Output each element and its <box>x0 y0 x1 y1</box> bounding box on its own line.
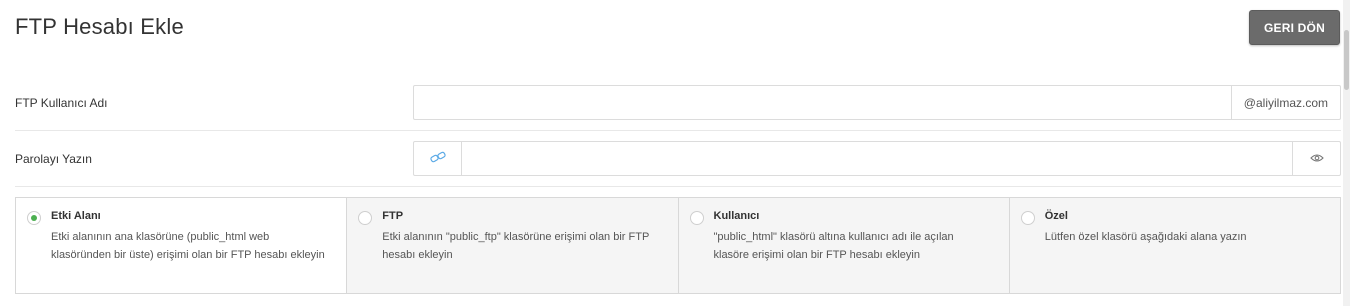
option-title: Özel <box>1044 210 1068 222</box>
option-title: FTP <box>382 210 404 222</box>
option-title: Etki Alanı <box>51 210 101 222</box>
option-user[interactable]: Kullanıcı "public_html" klasörü altına k… <box>677 198 1009 293</box>
radio-custom[interactable] <box>1020 211 1035 225</box>
eye-icon <box>1309 152 1324 166</box>
toggle-password-visibility[interactable] <box>1292 142 1340 175</box>
option-ftp[interactable]: FTP Etki alanının "public_ftp" klasörüne… <box>346 198 677 293</box>
option-description: Etki alanının ana klasörüne (public_html… <box>51 231 325 261</box>
page-title: FTP Hesabı Ekle <box>15 14 184 39</box>
option-domain[interactable]: Etki Alanı Etki alanının ana klasörüne (… <box>16 198 347 293</box>
password-label: Parolayı Yazın <box>15 152 92 166</box>
directory-options: Etki Alanı Etki alanının ana klasörüne (… <box>15 197 1341 294</box>
radio-domain[interactable] <box>27 211 41 225</box>
radio-ftp[interactable] <box>358 211 373 225</box>
username-input[interactable] <box>414 86 1231 119</box>
option-title: Kullanıcı <box>713 210 760 222</box>
back-button[interactable]: GERI DÖN <box>1249 10 1340 45</box>
username-input-group: @aliyilmaz.com <box>413 85 1341 120</box>
option-custom[interactable]: Özel Lütfen özel klasörü aşağıdaki alana… <box>1008 198 1340 293</box>
scrollbar-thumb[interactable] <box>1344 30 1349 90</box>
password-input[interactable] <box>462 142 1292 175</box>
password-input-group <box>413 141 1341 176</box>
page-scrollbar[interactable] <box>1343 0 1350 306</box>
generate-password-button[interactable] <box>414 142 462 175</box>
option-description: "public_html" klasörü altına kullanıcı a… <box>713 231 954 261</box>
domain-suffix: @aliyilmaz.com <box>1230 86 1340 119</box>
radio-user[interactable] <box>689 211 704 225</box>
option-description: Lütfen özel klasörü aşağıdaki alana yazı… <box>1044 231 1247 243</box>
link-icon <box>429 151 446 166</box>
username-label: FTP Kullanıcı Adı <box>15 96 108 110</box>
option-description: Etki alanının "public_ftp" klasörüne eri… <box>382 231 650 261</box>
